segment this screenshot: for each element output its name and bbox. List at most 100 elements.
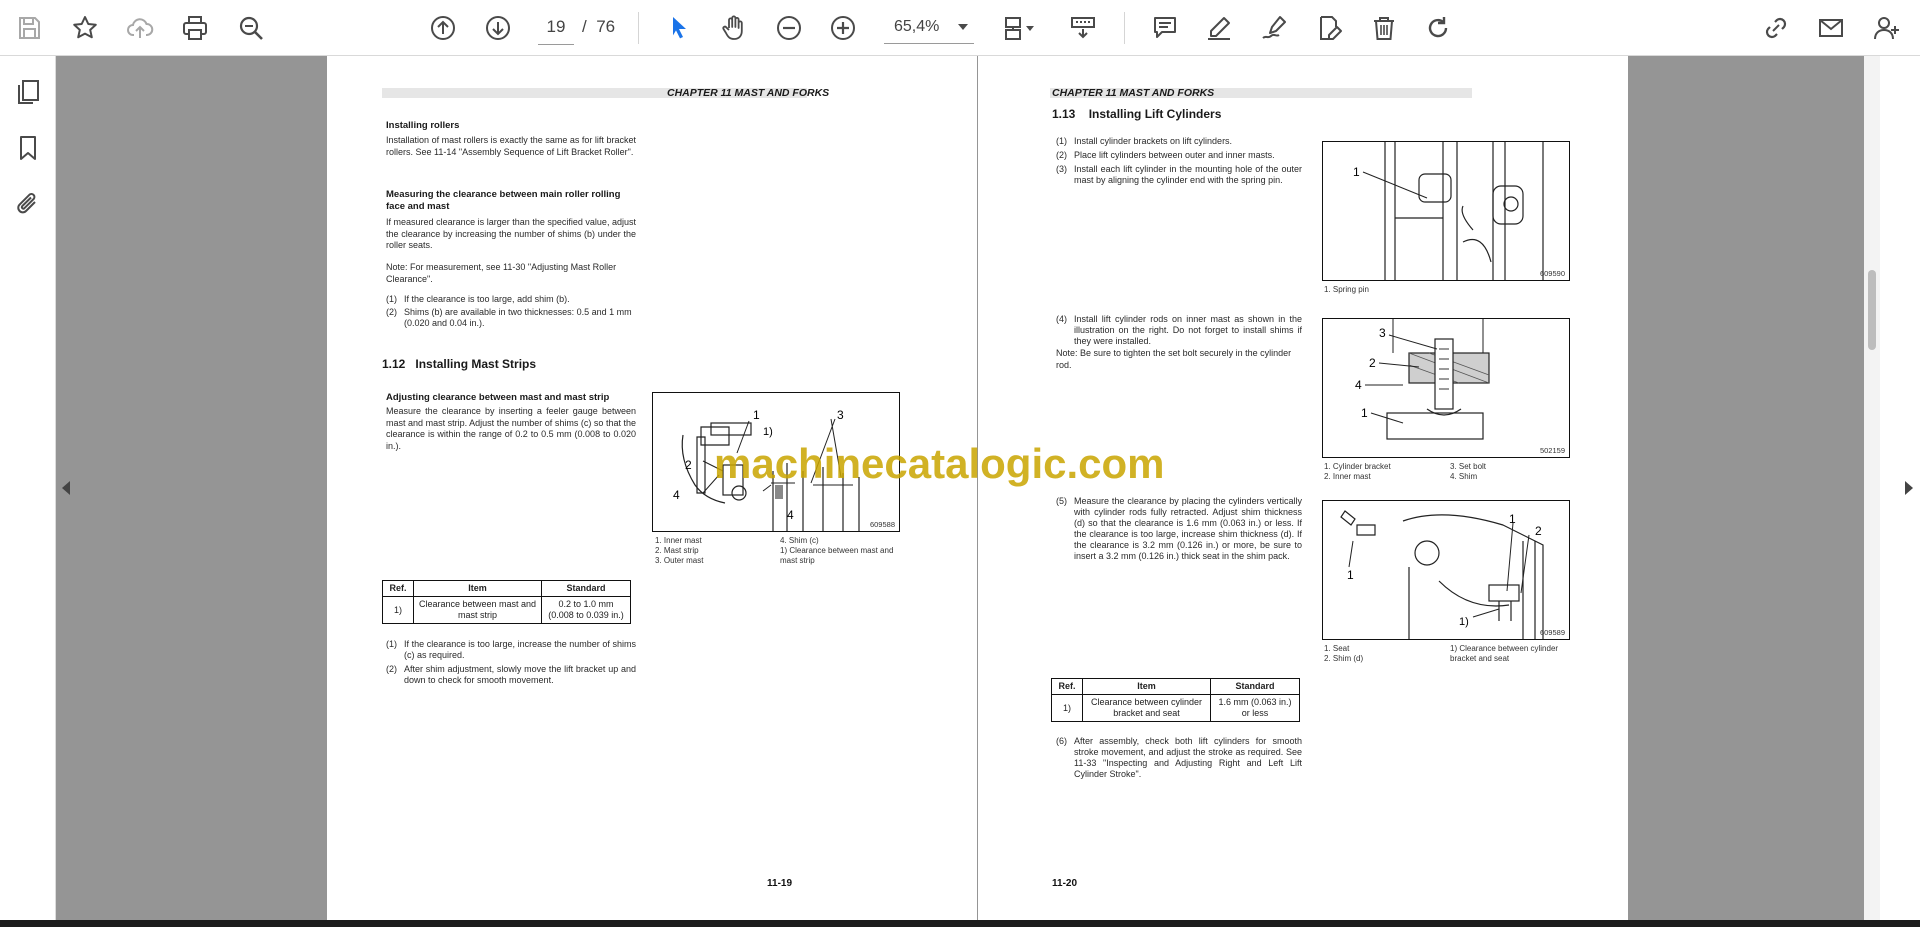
bookmarks-button[interactable] bbox=[10, 130, 46, 166]
figure-number: 609588 bbox=[869, 520, 895, 529]
table-header: Ref. bbox=[382, 580, 414, 597]
attachments-button[interactable] bbox=[10, 186, 46, 222]
bookmark-star-button[interactable] bbox=[66, 9, 104, 47]
email-button[interactable] bbox=[1812, 9, 1850, 47]
table-header-row: Ref. Item Standard bbox=[1051, 678, 1300, 695]
figure-callout: 2 bbox=[1369, 356, 1376, 370]
note: Note: For measurement, see 11-30 "Adjust… bbox=[386, 262, 617, 284]
figure-caption: 1. Seat 2. Shim (d) bbox=[1324, 644, 1364, 663]
figure-number: 502159 bbox=[1539, 446, 1565, 455]
print-button[interactable] bbox=[176, 9, 214, 47]
list-item: (6) After assembly, check both lift cylin… bbox=[1056, 736, 1302, 779]
figure-caption: 4. Shim (c) 1) Clearance between mast and… bbox=[780, 536, 894, 565]
table-cell: 0.2 to 1.0 mm (0.008 to 0.039 in.) bbox=[541, 596, 631, 624]
chevron-down-icon bbox=[958, 23, 968, 30]
figure-callout: 3 bbox=[837, 408, 844, 422]
upload-cloud-button[interactable] bbox=[121, 9, 159, 47]
subheading: Installing rollers bbox=[386, 120, 460, 131]
table-header: Item bbox=[413, 580, 542, 597]
list-item: (2) Shims (b) are available in two thickn… bbox=[386, 307, 632, 328]
figure-callout: 2 bbox=[1535, 524, 1542, 538]
collapse-left-panel-arrow[interactable] bbox=[62, 481, 70, 495]
zoom-level-select[interactable]: 65,4% bbox=[884, 10, 974, 44]
chapter-header: CHAPTER 11 MAST AND FORKS bbox=[1052, 87, 1215, 99]
spring-pin-drawing: 1 bbox=[1353, 142, 1544, 280]
page-thumbnails-icon bbox=[18, 80, 39, 104]
list-item: (1) Install cylinder brackets on lift cyl… bbox=[1056, 136, 1233, 146]
previous-page-button[interactable] bbox=[424, 9, 462, 47]
figure-spring-pin: 1 609590 bbox=[1322, 141, 1570, 281]
page-number: 11-20 bbox=[1052, 878, 1078, 889]
hand-icon bbox=[722, 15, 743, 40]
figure-callout: 1 bbox=[1361, 406, 1368, 420]
keyboard-icon bbox=[1071, 17, 1095, 39]
page-count: / 76 bbox=[582, 17, 616, 36]
document-viewer[interactable]: CHAPTER 11 MAST AND FORKS Installing rol… bbox=[56, 56, 1864, 920]
section-title: 1.12 Installing Mast Strips bbox=[382, 357, 537, 371]
save-button[interactable] bbox=[10, 9, 48, 47]
zoom-out-button[interactable] bbox=[770, 9, 808, 47]
spec-table: Ref. Item Standard 1) Clearance between … bbox=[1051, 678, 1300, 722]
zoom-level-value: 65,4% bbox=[894, 17, 940, 35]
list-item: (5) Measure the clearance by placing the … bbox=[1056, 496, 1302, 561]
arrow-up-circle-icon bbox=[431, 16, 455, 40]
watermark-text: machinecatalogic.com bbox=[714, 440, 1165, 487]
envelope-icon bbox=[1819, 19, 1843, 37]
note: Note: Be sure to tighten the set bolt se… bbox=[1056, 348, 1292, 370]
sign-button[interactable] bbox=[1255, 9, 1293, 47]
table-cell: 1) bbox=[382, 596, 414, 624]
paragraph: If measured clearance is larger than the… bbox=[386, 217, 636, 250]
subheading: Adjusting clearance between mast and mas… bbox=[386, 392, 610, 403]
figure-caption: 1) Clearance between cylinder bracket an… bbox=[1450, 644, 1559, 663]
figure-cylinder-bracket: 3 2 4 1 502159 bbox=[1322, 318, 1570, 458]
share-link-button[interactable] bbox=[1757, 9, 1795, 47]
table-cell: 1.6 mm (0.063 in.) or less bbox=[1210, 694, 1300, 722]
rotate-icon bbox=[1428, 17, 1448, 38]
table-header: Ref. bbox=[1051, 678, 1083, 695]
toolbar-divider bbox=[638, 12, 639, 44]
figure-caption: 3. Set bolt 4. Shim bbox=[1450, 462, 1487, 481]
zoom-out-magnifier-icon bbox=[239, 16, 263, 40]
expand-right-panel-arrow[interactable] bbox=[1905, 481, 1913, 495]
save-icon bbox=[19, 17, 40, 39]
figure-cylinder-seat: 1 1 2 1) 609589 bbox=[1322, 500, 1570, 640]
table-cell: Clearance between mast and mast strip bbox=[413, 596, 542, 624]
right-panel-rail bbox=[1880, 56, 1920, 920]
edit-document-button[interactable] bbox=[1310, 9, 1348, 47]
comment-icon bbox=[1154, 17, 1176, 38]
document-page-left: CHAPTER 11 MAST AND FORKS Installing rol… bbox=[327, 56, 977, 920]
bookmark-icon bbox=[20, 136, 36, 160]
page-thumbnails-button[interactable] bbox=[10, 74, 46, 110]
comment-button[interactable] bbox=[1146, 9, 1184, 47]
vertical-scrollbar[interactable] bbox=[1864, 56, 1880, 920]
zoom-search-button[interactable] bbox=[232, 9, 270, 47]
page-number-input[interactable] bbox=[538, 10, 574, 45]
keyboard-tool-button[interactable] bbox=[1064, 9, 1102, 47]
figure-callout: 3 bbox=[1379, 326, 1386, 340]
figure-callout: 1 bbox=[1347, 568, 1354, 582]
scrollbar-thumb[interactable] bbox=[1868, 270, 1876, 350]
next-page-button[interactable] bbox=[479, 9, 517, 47]
highlight-pen-button[interactable] bbox=[1200, 9, 1238, 47]
add-user-button[interactable] bbox=[1868, 9, 1906, 47]
redo-button[interactable] bbox=[1419, 9, 1457, 47]
hand-tool-button[interactable] bbox=[715, 9, 753, 47]
list-item: (2) After shim adjustment, slowly move th… bbox=[386, 664, 636, 685]
delete-button[interactable] bbox=[1365, 9, 1403, 47]
page-number: 11-19 bbox=[767, 878, 793, 889]
navigation-rail bbox=[0, 56, 56, 920]
paragraph: Installation of mast rollers is exactly … bbox=[386, 135, 636, 157]
table-row: 1) Clearance between mast and mast strip… bbox=[382, 596, 631, 624]
page-layout-button[interactable] bbox=[996, 9, 1044, 47]
cloud-upload-icon bbox=[127, 18, 154, 38]
taskbar-strip bbox=[0, 920, 1920, 927]
document-page-right: CHAPTER 11 MAST AND FORKS 1.13 Installin… bbox=[978, 56, 1628, 920]
main-toolbar: / 76 65,4% bbox=[0, 0, 1920, 56]
list-item: (1) If the clearance is too large, increa… bbox=[386, 639, 636, 660]
zoom-in-button[interactable] bbox=[824, 9, 862, 47]
pencil-icon bbox=[1208, 17, 1230, 40]
chapter-header: CHAPTER 11 MAST AND FORKS bbox=[667, 87, 830, 99]
select-tool-button[interactable] bbox=[660, 9, 698, 47]
paperclip-icon bbox=[17, 193, 36, 214]
figure-callout: 1) bbox=[763, 426, 773, 438]
